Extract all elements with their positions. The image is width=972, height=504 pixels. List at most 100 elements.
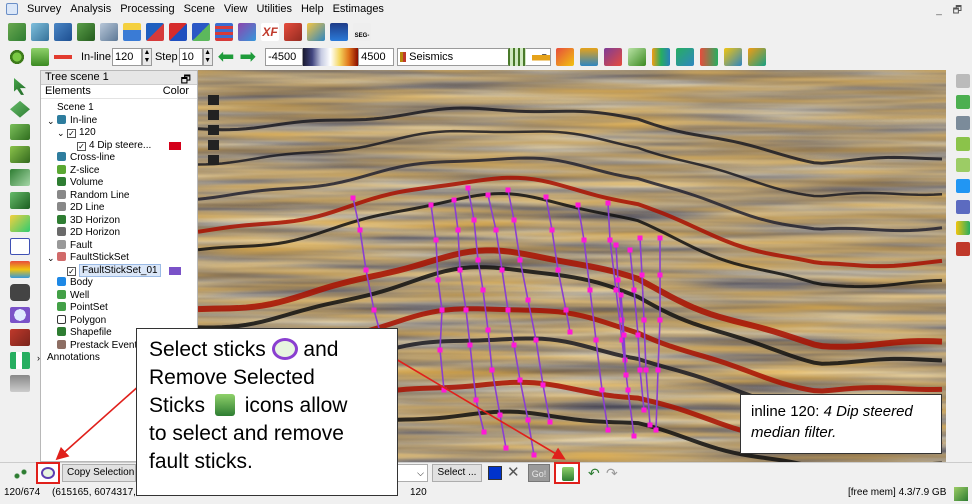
tree-item[interactable]: ✓ 4 Dip steere... <box>41 140 197 153</box>
menu-view[interactable]: View <box>224 3 248 15</box>
tree-item[interactable]: ⌄ ✓ 120 <box>41 127 197 140</box>
camera-icon[interactable] <box>10 283 30 301</box>
menu-estimages[interactable]: Estimages <box>333 3 384 15</box>
target-select-dropdown[interactable]: ⌵ <box>396 464 428 482</box>
marker-tool-icon[interactable] <box>724 48 742 66</box>
axis-icon[interactable] <box>10 237 30 255</box>
volume-icon[interactable] <box>146 23 164 41</box>
tree-item[interactable]: Body <box>41 277 197 290</box>
attribute-icon[interactable] <box>100 23 118 41</box>
select-button[interactable]: Select ... <box>432 464 482 482</box>
tree-right-icon[interactable] <box>956 74 970 88</box>
horizon-right-icon[interactable] <box>956 95 970 109</box>
tree-item[interactable]: ⌄ FaultStickSet <box>41 252 197 265</box>
tree-item[interactable]: Fault <box>41 239 197 253</box>
fault-tool-icon[interactable] <box>580 48 598 66</box>
colorbar[interactable] <box>303 48 359 66</box>
cube-right-icon[interactable] <box>956 116 970 130</box>
inline-input[interactable]: 120 <box>111 48 142 66</box>
tree-item-color-swatch[interactable] <box>169 141 181 150</box>
previous-arrow-icon[interactable]: ⬅ <box>218 47 235 67</box>
well-tool-icon[interactable] <box>556 48 574 66</box>
window-controls[interactable]: _ 🗗 <box>936 3 966 20</box>
pointer-icon[interactable] <box>8 23 26 41</box>
lock-icon[interactable] <box>31 48 49 66</box>
chevron-right-icon[interactable]: › <box>37 352 40 365</box>
color-swatch-button[interactable] <box>488 466 502 480</box>
undock-icon[interactable]: 🗗 <box>181 71 191 86</box>
remove-icon[interactable] <box>54 48 72 66</box>
volume-tool-icon[interactable] <box>604 48 622 66</box>
tree-item[interactable]: 2D Line <box>41 202 197 215</box>
inline-spinner[interactable]: ▲ ▼ <box>141 48 152 66</box>
color-bar-icon[interactable] <box>10 260 30 278</box>
tools-icon[interactable]: ✕ <box>507 464 520 482</box>
log-icon[interactable] <box>10 375 30 392</box>
tools-icon[interactable] <box>307 23 325 41</box>
geo-icon[interactable] <box>330 23 348 41</box>
xf-icon[interactable]: XF <box>261 23 279 41</box>
horizon-icon[interactable] <box>169 23 187 41</box>
pick-tool-icon[interactable] <box>628 48 646 66</box>
horizon-tool-icon[interactable] <box>532 48 550 66</box>
tree-item[interactable]: Volume <box>41 177 197 190</box>
tree-item[interactable]: ⌄ In-line <box>41 114 197 128</box>
next-arrow-icon[interactable]: ➡ <box>239 47 256 67</box>
tree-item[interactable]: Polygon <box>41 314 197 328</box>
shield-right-icon[interactable] <box>956 242 970 256</box>
crossplot-icon[interactable] <box>215 23 233 41</box>
pick-cursor-icon[interactable] <box>14 78 26 95</box>
rotate-icon[interactable] <box>10 123 30 141</box>
pdf-icon[interactable] <box>284 23 302 41</box>
chevron-down-icon[interactable]: ⌄ <box>47 252 55 265</box>
color-right-icon[interactable] <box>956 221 970 235</box>
spectral-icon[interactable] <box>238 23 256 41</box>
menu-survey[interactable]: Survey <box>27 3 61 15</box>
chevron-down-icon[interactable]: ⌄ <box>57 127 65 140</box>
stratigraphy-icon[interactable] <box>748 48 766 66</box>
resize-grip-icon[interactable] <box>954 487 968 501</box>
menu-processing[interactable]: Processing <box>120 3 174 15</box>
export-icon[interactable] <box>77 23 95 41</box>
tree-item-color-swatch[interactable] <box>169 266 181 275</box>
layer-tool-icon[interactable] <box>652 48 670 66</box>
segy-icon[interactable]: SEG-Y <box>353 23 371 65</box>
menu-help[interactable]: Help <box>301 3 324 15</box>
step-spinner[interactable]: ▲ ▼ <box>202 48 213 66</box>
chevron-down-icon[interactable]: ⌄ <box>47 115 55 128</box>
grid-icon[interactable] <box>508 48 526 66</box>
menu-utilities[interactable]: Utilities <box>257 3 292 15</box>
tree-item[interactable]: PointSet <box>41 302 197 315</box>
well-right-icon[interactable] <box>956 137 970 151</box>
remove-selected-sticks-icon[interactable] <box>10 329 30 347</box>
arrow-tool-icon[interactable] <box>676 48 694 66</box>
move-icon[interactable] <box>10 100 30 118</box>
step-input[interactable]: 10 <box>178 48 203 66</box>
tree-item[interactable]: Scene 1 <box>41 102 197 115</box>
view-cube-icon[interactable] <box>10 192 30 209</box>
range-max-input[interactable]: 4500 <box>358 48 395 66</box>
remove-selected-sticks-button[interactable] <box>554 462 580 484</box>
plot-icon[interactable] <box>123 23 141 41</box>
tree-item[interactable]: 3D Horizon <box>41 214 197 228</box>
copy-selection-button[interactable]: Copy Selection to <box>62 464 136 482</box>
tree-checkbox[interactable]: ✓ <box>77 141 86 151</box>
tree-item[interactable]: Random Line <box>41 189 197 203</box>
fault-right-icon[interactable] <box>956 200 970 214</box>
gear-icon[interactable] <box>8 48 26 66</box>
go-button[interactable]: Go! <box>528 464 550 482</box>
redo-icon[interactable]: ↷ <box>606 465 618 481</box>
select-sticks-button[interactable] <box>36 462 60 484</box>
well-display-icon[interactable] <box>10 352 30 370</box>
wavelet-tool-icon[interactable] <box>700 48 718 66</box>
select-sticks-icon[interactable] <box>10 306 30 324</box>
menu-scene[interactable]: Scene <box>184 3 215 15</box>
stick-dots-icon[interactable] <box>14 469 28 479</box>
range-min-input[interactable]: -4500 <box>265 48 304 66</box>
points-right-icon[interactable] <box>956 158 970 172</box>
tree-item[interactable]: Z-slice <box>41 164 197 178</box>
tree-item[interactable]: Cross-line <box>41 152 197 165</box>
tree-item[interactable]: ✓ FaultStickSet_01 <box>41 263 197 278</box>
import-icon[interactable] <box>54 23 72 41</box>
zoom-view-icon[interactable] <box>10 169 30 187</box>
